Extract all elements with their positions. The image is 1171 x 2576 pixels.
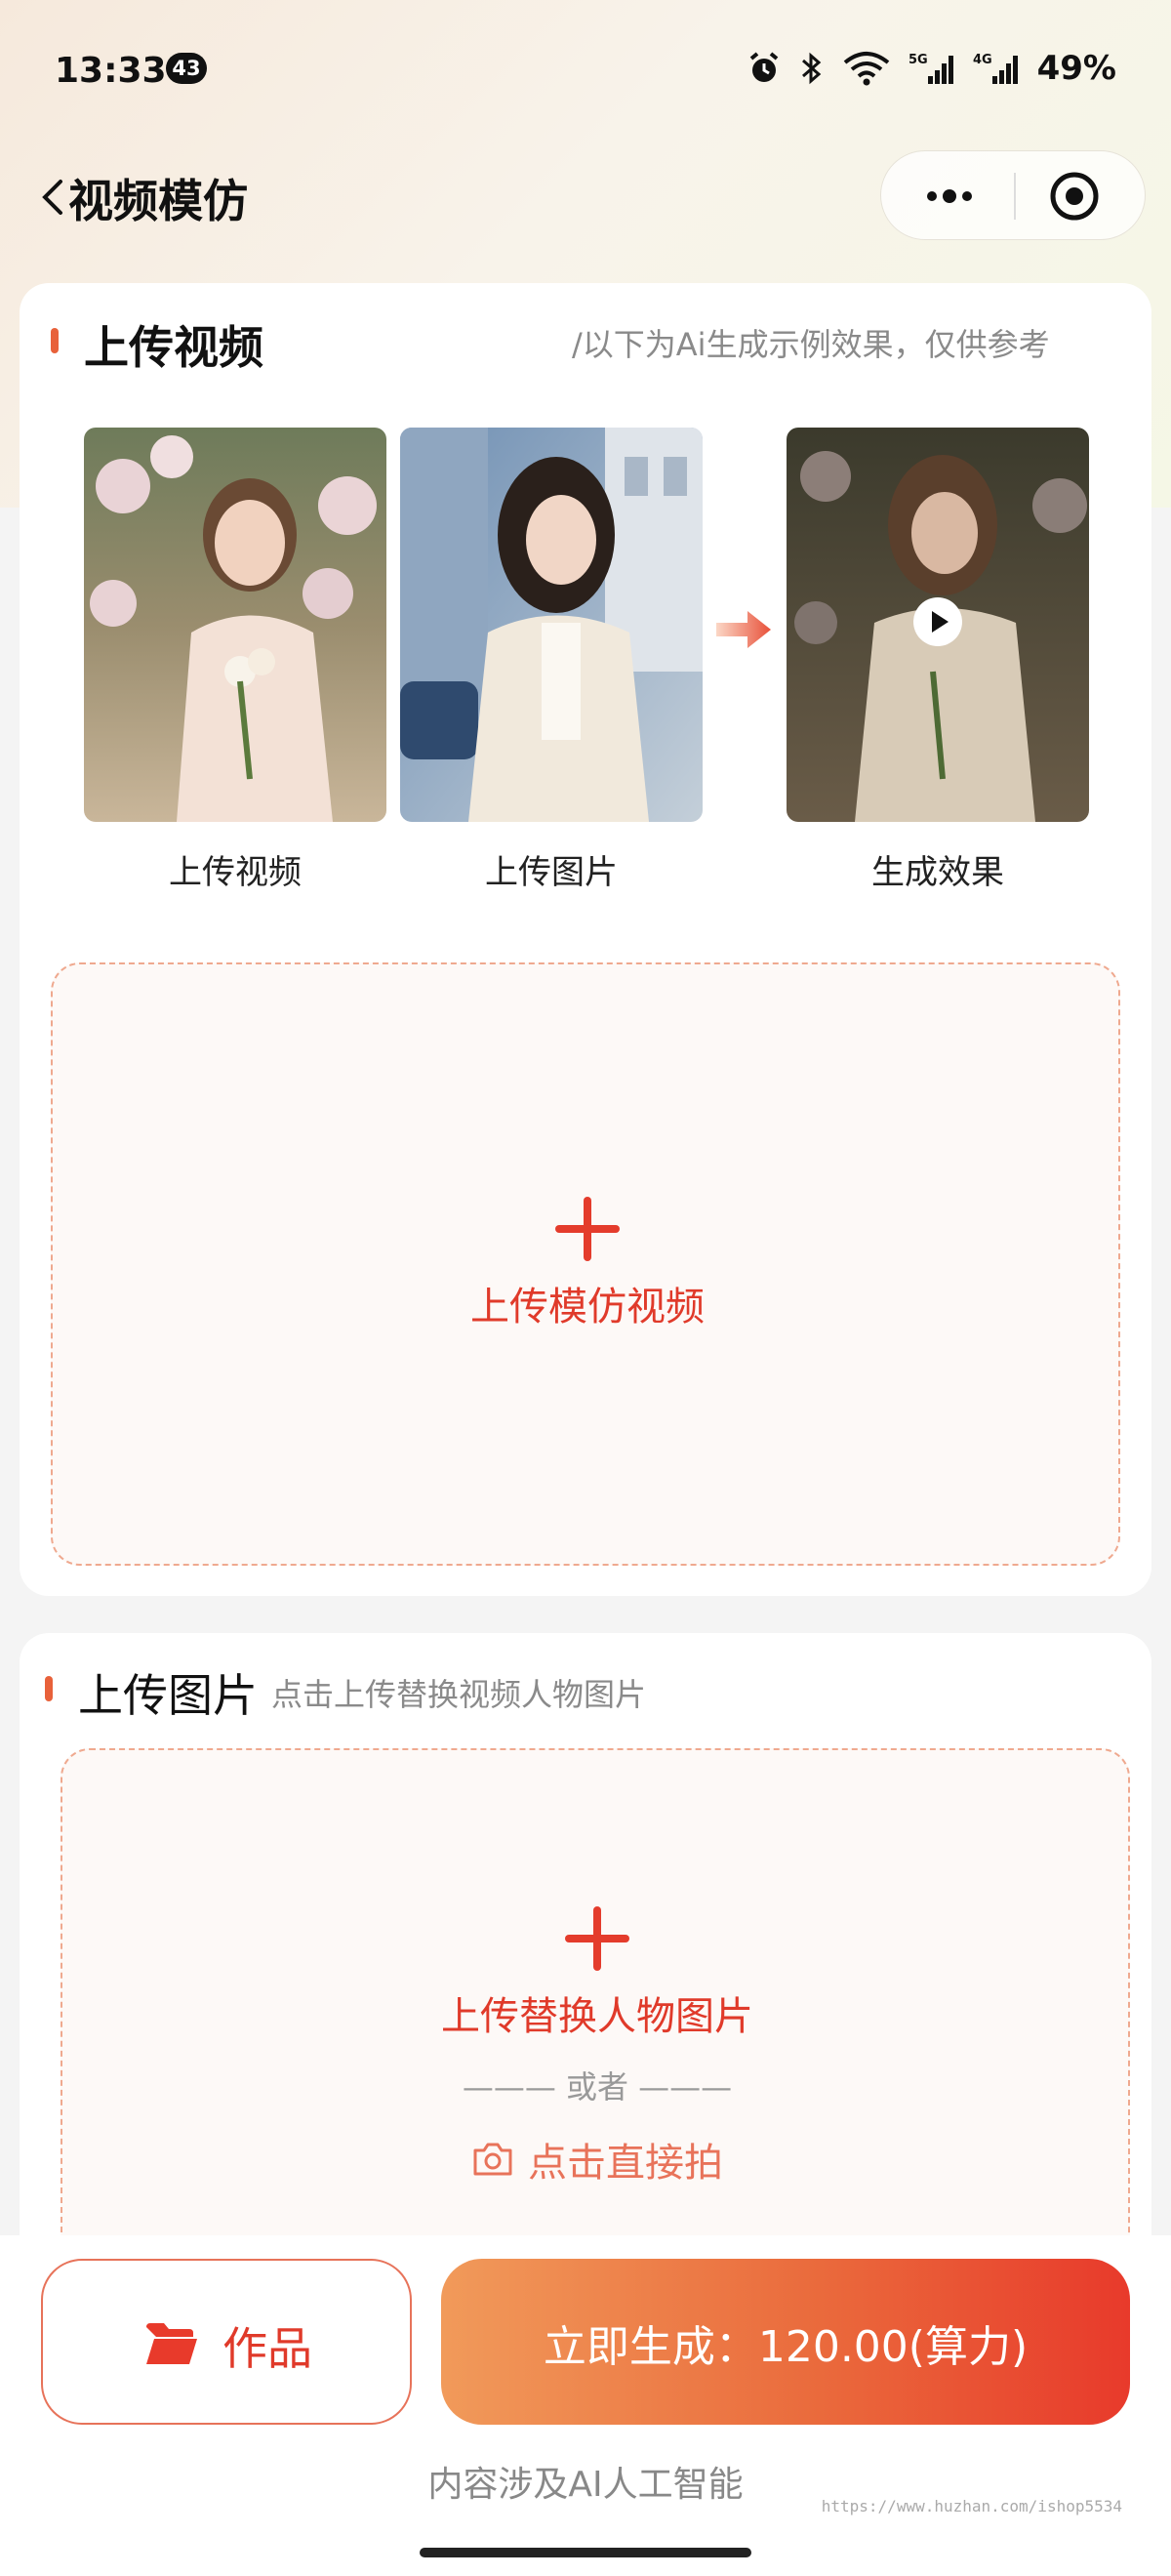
example-note: /以下为Ai生成示例效果，仅供参考 (572, 326, 1050, 363)
bottom-action-bar: 作品 立即生成：120.00(算力) 内容涉及AI人工智能 https://ww… (0, 2235, 1171, 2576)
page-title: 视频模仿 (68, 175, 248, 227)
bluetooth-icon (801, 52, 821, 85)
home-indicator[interactable] (420, 2548, 751, 2557)
generate-now-button[interactable]: 立即生成：120.00(算力) (441, 2259, 1130, 2425)
svg-text:4G: 4G (973, 53, 992, 67)
or-divider: ——— 或者 ——— (462, 2068, 733, 2106)
alarm-icon (749, 52, 778, 82)
status-time: 13:33 (55, 51, 167, 91)
upload-video-card: 上传视频 /以下为Ai生成示例效果，仅供参考 上传视频 上传图片 生成效果 上传… (20, 283, 1151, 1596)
sample-caption-video: 上传视频 (169, 853, 302, 892)
navigation-bar: 视频模仿 (0, 146, 1171, 248)
sample-video-thumbnail (84, 428, 386, 822)
take-photo-button[interactable]: 点击直接拍 (62, 2131, 1132, 2188)
camera-icon (473, 2143, 512, 2176)
more-options-icon[interactable] (920, 169, 979, 224)
arrow-right-icon (716, 611, 771, 648)
close-target-icon[interactable] (1045, 167, 1104, 225)
folder-icon (146, 2323, 197, 2364)
capsule-divider (1014, 173, 1016, 220)
sample-caption-image: 上传图片 (485, 853, 618, 892)
plus-icon (555, 1197, 620, 1261)
plus-icon (565, 1906, 629, 1971)
play-icon[interactable] (911, 595, 964, 648)
mini-program-capsule (880, 150, 1146, 240)
sample-caption-result: 生成效果 (871, 853, 1004, 892)
wifi-icon (843, 52, 889, 86)
status-bar: 13:33 43 5G 4G 49% (0, 0, 1171, 137)
works-label: 作品 (222, 2322, 312, 2375)
signal-5g-icon: 5G (909, 53, 953, 84)
upload-video-label: 上传模仿视频 (470, 1285, 705, 1329)
take-photo-label: 点击直接拍 (528, 2141, 723, 2186)
watermark: https://www.huzhan.com/ishop5534 (821, 2497, 1122, 2515)
upload-image-label: 上传替换人物图片 (441, 1994, 753, 2039)
upload-image-title: 上传图片 (78, 1669, 258, 1722)
sample-image-thumbnail (400, 428, 703, 822)
generate-label: 立即生成：120.00(算力) (543, 2322, 1029, 2372)
svg-text:5G: 5G (909, 53, 928, 67)
upload-video-title: 上传视频 (84, 321, 263, 374)
section-accent-bar (45, 1676, 53, 1701)
upload-video-dropzone[interactable]: 上传模仿视频 (51, 962, 1120, 1566)
section-accent-bar (51, 328, 59, 353)
signal-4g-icon: 4G (973, 53, 1018, 84)
works-button[interactable]: 作品 (41, 2259, 412, 2425)
status-icons: 5G 4G 49% (747, 49, 1116, 88)
battery-level: 49% (1036, 49, 1116, 88)
notification-badge: 43 (166, 53, 207, 84)
upload-image-note: 点击上传替换视频人物图片 (271, 1676, 647, 1713)
